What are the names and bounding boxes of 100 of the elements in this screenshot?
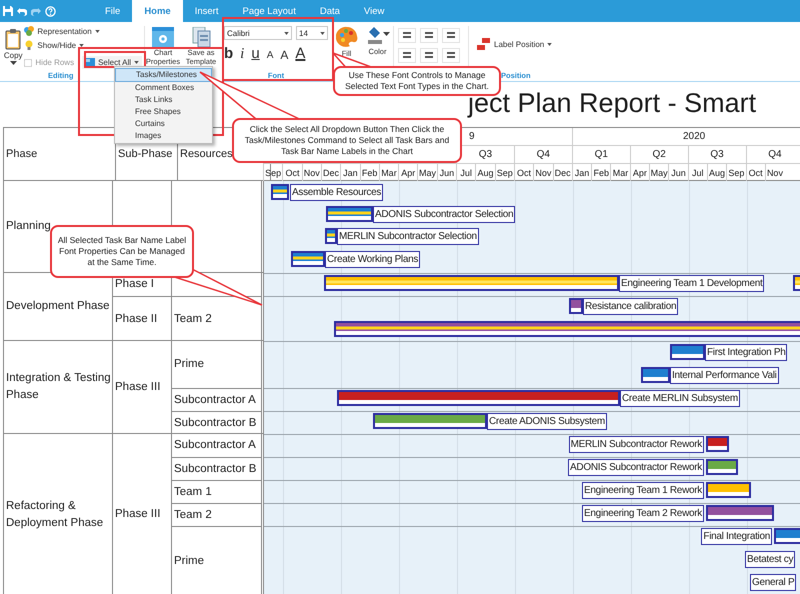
task-bar[interactable] [291, 251, 325, 267]
task-label[interactable]: Internal Performance Vali [670, 367, 779, 384]
month-label: Apr [632, 168, 647, 178]
grow-button[interactable]: A [280, 48, 288, 62]
menu-item[interactable]: Free Shapes [115, 106, 212, 118]
caret-icon [94, 30, 100, 32]
month-label: Oct [517, 168, 532, 178]
resource-cell-text: Prime [174, 357, 204, 372]
caret-icon [320, 32, 325, 34]
dashed-square-icon [24, 58, 32, 66]
show-hide-button[interactable]: Show/Hide [24, 39, 142, 51]
align-icon[interactable] [420, 48, 438, 63]
task-label[interactable]: Create MERLIN Subsystem [620, 390, 740, 407]
task-label[interactable]: ADONIS Subcontractor Selection [373, 206, 516, 223]
task-bar[interactable] [706, 505, 774, 521]
menu-item[interactable]: Task Links [115, 94, 212, 106]
task-label[interactable]: Create ADONIS Subsystem [487, 413, 607, 430]
menu-item[interactable]: Tasks/Milestones [115, 68, 212, 82]
task-bar[interactable] [325, 228, 337, 244]
month-label: May [419, 168, 436, 178]
callout: All Selected Task Bar Name Label Font Properties Can be Managed at the Same Time. [50, 225, 194, 278]
task-label[interactable]: Betatest cy [745, 551, 796, 568]
task-bar[interactable] [334, 321, 800, 337]
font-family-select[interactable]: Calibri [224, 26, 292, 40]
task-bar[interactable] [706, 459, 738, 475]
align-icon[interactable] [442, 48, 460, 63]
task-bar[interactable] [641, 367, 670, 383]
caret-icon [10, 61, 17, 65]
month-label: Jan [574, 168, 590, 178]
label-position-button[interactable]: Label Position [477, 38, 552, 50]
task-label[interactable]: Engineering Team 1 Rework [582, 482, 704, 499]
shrink-button[interactable]: A [266, 50, 274, 62]
font-size-select[interactable]: 14 [296, 26, 328, 40]
month-label: Sep [496, 168, 513, 178]
month-label: Feb [362, 168, 378, 178]
menu-item[interactable]: Comment Boxes [115, 82, 212, 94]
task-label[interactable]: MERLIN Subcontractor Rework [568, 436, 704, 453]
paint-bucket-icon [366, 26, 390, 46]
task-bar[interactable] [670, 344, 705, 360]
month-label: Jul [460, 168, 472, 178]
task-label[interactable]: Resistance calibration [583, 298, 678, 315]
task-label[interactable]: MERLIN Subcontractor Selection [337, 228, 479, 245]
month-label: Feb [593, 168, 609, 178]
callout: Click the Select All Dropdown Button Then Click the Task/Milestones Command to Select all Task Bars and Task Bar Name Labels in the Chart [232, 118, 462, 163]
subphase-cell-text: Phase II [115, 312, 158, 327]
task-label[interactable]: Assemble Resources [290, 184, 384, 201]
lightbulb-icon [24, 40, 34, 50]
month-label: Oct [748, 168, 763, 178]
task-label[interactable]: Engineering Team 1 Development [619, 275, 764, 292]
align-icon[interactable] [442, 28, 460, 43]
color-button[interactable]: A [295, 46, 306, 62]
task-bar[interactable] [569, 298, 583, 314]
label-position-icon [477, 37, 491, 51]
gear-window-icon [152, 27, 174, 47]
task-label[interactable]: General P [750, 574, 796, 591]
month-label: Dec [554, 168, 571, 178]
task-bar[interactable] [324, 275, 619, 291]
save-icon[interactable] [3, 6, 13, 16]
subphase-cell-text: Phase III [115, 380, 160, 396]
quarter-label: Q1 [594, 149, 608, 160]
task-bar[interactable] [706, 436, 729, 452]
align-icon[interactable] [398, 28, 416, 43]
documents-icon [190, 27, 212, 47]
menu-item[interactable]: Curtains [115, 118, 212, 130]
undo-icon[interactable] [17, 6, 27, 16]
help-icon[interactable] [45, 6, 56, 16]
quarter-label: Q2 [652, 149, 666, 160]
month-label: Jun [671, 168, 686, 178]
representation-button[interactable]: Representation [24, 25, 142, 37]
ribbon-tab[interactable]: Home [132, 0, 183, 22]
caret-icon [284, 32, 289, 34]
resource-cell-text: Subcontractor B [174, 416, 256, 431]
task-label[interactable]: First Integration Ph [705, 344, 788, 361]
align-icon[interactable] [398, 48, 416, 63]
task-bar[interactable] [326, 206, 373, 222]
subphase-cell-text: Phase III [115, 507, 160, 522]
month-label: Nov [535, 168, 552, 178]
task-label[interactable]: ADONIS Subcontractor Rework [568, 459, 704, 476]
align-icon[interactable] [420, 28, 438, 43]
copy-button[interactable]: Copy [2, 22, 24, 71]
resource-cell-text: Subcontractor A [174, 392, 256, 408]
task-label[interactable]: Final Integration [701, 528, 772, 545]
resource-cell-text: Team 1 [174, 484, 212, 500]
italic-button[interactable]: i [240, 46, 244, 62]
task-bar[interactable] [774, 528, 800, 544]
underline-button[interactable]: u [251, 46, 260, 62]
task-bar[interactable] [337, 390, 620, 406]
task-label[interactable]: Create Working Plans [325, 251, 420, 268]
task-bar[interactable] [373, 413, 487, 429]
month-label: Dec [323, 168, 340, 178]
task-bar[interactable] [271, 184, 289, 200]
resource-cell-text: Subcontractor A [174, 438, 256, 454]
month-label: Oct [285, 168, 300, 178]
bold-button[interactable]: b [224, 46, 234, 62]
month-label: Jun [440, 168, 454, 178]
task-bar[interactable] [706, 482, 751, 498]
subphase-cell-text: Phase I [115, 277, 154, 292]
phase-cell-text: Integration & Testing Phase [6, 371, 112, 403]
month-label: Sep [728, 168, 744, 178]
task-label[interactable]: Engineering Team 2 Rework [582, 505, 704, 522]
